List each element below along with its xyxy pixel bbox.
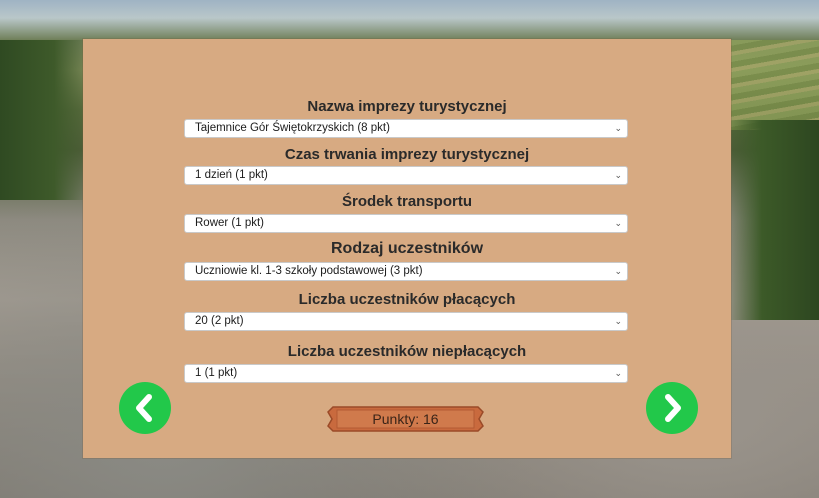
chevron-down-icon: ⌄ <box>614 266 622 276</box>
score-display: Punkty: 16 <box>327 405 484 433</box>
background-forest-right <box>724 120 819 320</box>
nonpaying-participants-select[interactable]: 1 (1 pkt) ⌄ <box>184 364 628 383</box>
duration-select[interactable]: 1 dzień (1 pkt) ⌄ <box>184 166 628 185</box>
field-title-participant-type: Rodzaj uczestników <box>330 240 484 257</box>
chevron-down-icon: ⌄ <box>614 123 622 133</box>
duration-value: 1 dzień (1 pkt) <box>195 169 268 181</box>
field-title-event-name: Nazwa imprezy turystycznej <box>307 98 507 115</box>
chevron-down-icon: ⌄ <box>614 218 622 228</box>
event-name-value: Tajemnice Gór Świętokrzyskich (8 pkt) <box>195 122 390 134</box>
next-button[interactable] <box>646 382 698 434</box>
transport-select[interactable]: Rower (1 pkt) ⌄ <box>184 214 628 233</box>
participant-type-value: Uczniowie kl. 1-3 szkoły podstawowej (3 … <box>195 265 423 277</box>
field-title-duration: Czas trwania imprezy turystycznej <box>284 146 530 163</box>
chevron-down-icon: ⌄ <box>614 368 622 378</box>
chevron-down-icon: ⌄ <box>614 170 622 180</box>
paying-participants-select[interactable]: 20 (2 pkt) ⌄ <box>184 312 628 331</box>
chevron-right-icon <box>665 394 681 422</box>
nonpaying-participants-value: 1 (1 pkt) <box>195 367 238 379</box>
previous-button[interactable] <box>119 382 171 434</box>
field-title-paying-participants: Liczba uczestników płacących <box>298 291 516 308</box>
participant-type-select[interactable]: Uczniowie kl. 1-3 szkoły podstawowej (3 … <box>184 262 628 281</box>
background-fields-right <box>729 40 819 130</box>
paying-participants-value: 20 (2 pkt) <box>195 315 244 327</box>
score-label: Punkty: 16 <box>372 411 439 427</box>
chevron-down-icon: ⌄ <box>614 316 622 326</box>
form-panel: Nazwa imprezy turystycznej Tajemnice Gór… <box>83 39 731 458</box>
background-forest-left <box>0 40 90 200</box>
field-title-nonpaying-participants: Liczba uczestników niepłacących <box>287 343 527 360</box>
chevron-left-icon <box>136 394 152 422</box>
event-name-select[interactable]: Tajemnice Gór Świętokrzyskich (8 pkt) ⌄ <box>184 119 628 138</box>
transport-value: Rower (1 pkt) <box>195 217 265 229</box>
field-title-transport: Środek transportu <box>341 193 473 210</box>
